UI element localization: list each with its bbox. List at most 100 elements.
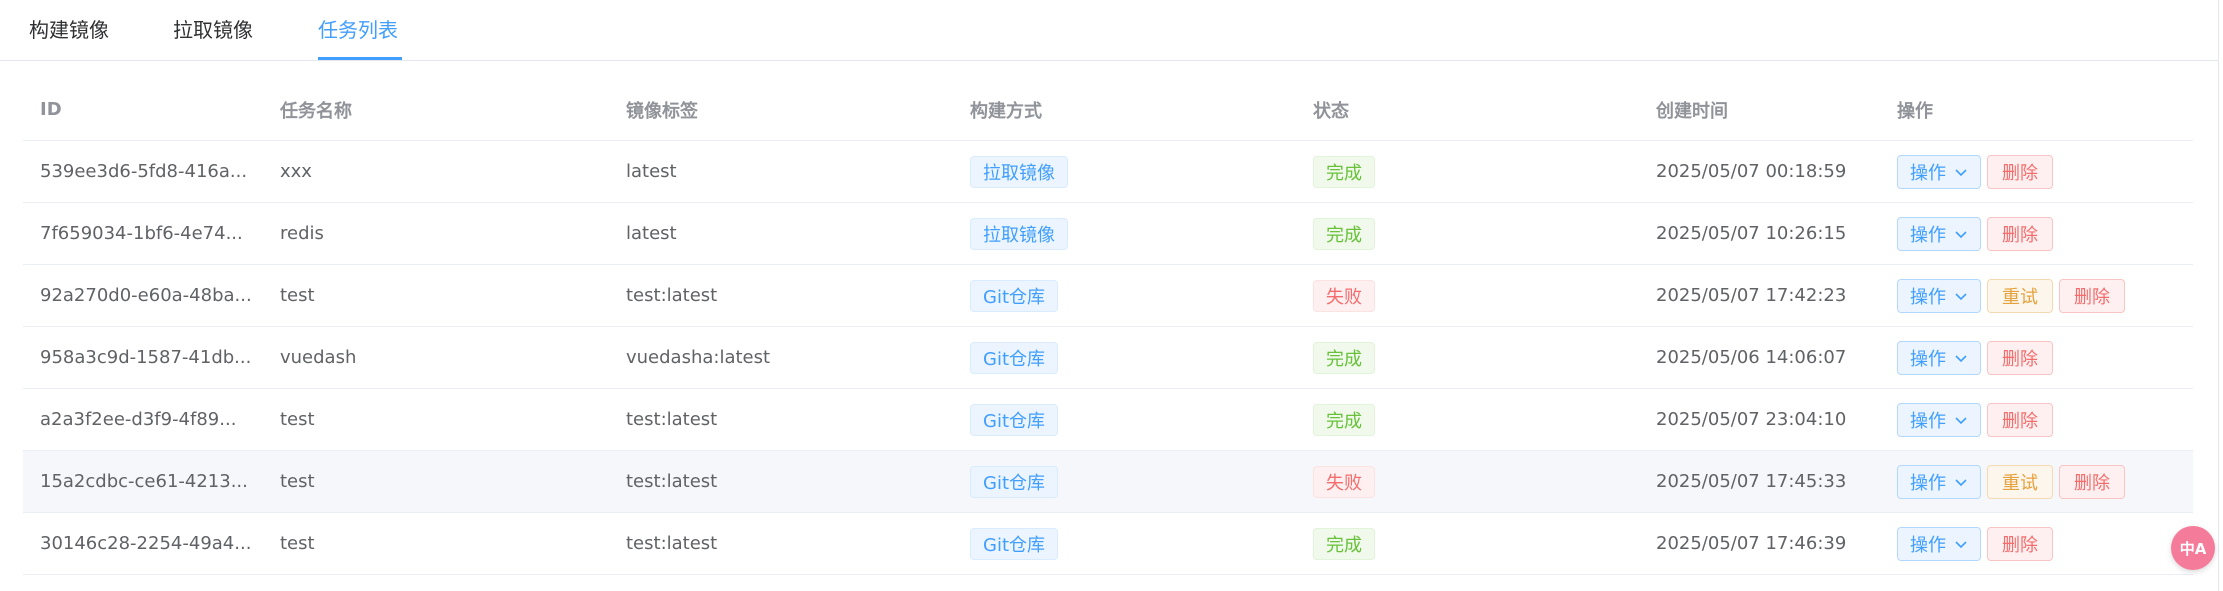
delete-button[interactable]: 删除 [1987, 154, 2053, 189]
build-method-tag: Git仓库 [970, 527, 1059, 560]
chevron-down-icon [1955, 416, 1967, 424]
cell-image-tag: test:latest [626, 533, 718, 554]
cell-actions: 操作 重试 删除 [1897, 451, 2131, 512]
operation-dropdown-button-label: 操作 [1910, 472, 1946, 494]
retry-button[interactable]: 重试 [1987, 278, 2053, 313]
cell-id: 7f659034-1bf6-4e74... [40, 223, 243, 244]
cell-actions: 操作 重试 删除 [1897, 265, 2131, 326]
table-row: 15a2cdbc-ce61-4213... test test:latest Git仓… [23, 451, 2193, 513]
cell-image-tag: latest [626, 223, 677, 244]
cell-image-tag: test:latest [626, 409, 718, 430]
cell-status: 完成 [1313, 141, 1375, 202]
cell-created-time: 2025/05/07 00:18:59 [1656, 161, 1847, 182]
build-method-tag: Git仓库 [970, 403, 1059, 436]
cell-created-time: 2025/05/06 14:06:07 [1656, 347, 1847, 368]
cell-build-method: 拉取镜像 [970, 203, 1068, 264]
cell-task-name: test [280, 533, 315, 554]
operation-dropdown-button-label: 操作 [1910, 286, 1946, 308]
status-badge: 完成 [1313, 341, 1375, 374]
delete-button-label: 删除 [2002, 410, 2038, 432]
cell-build-method: Git仓库 [970, 513, 1059, 574]
cell-task-name: test [280, 409, 315, 430]
tab-bar: 构建镜像 拉取镜像 任务列表 [0, 0, 2218, 61]
operation-dropdown-button-label: 操作 [1910, 224, 1946, 246]
cell-build-method: Git仓库 [970, 327, 1059, 388]
header-build-method: 构建方式 [970, 100, 1042, 122]
cell-status: 完成 [1313, 389, 1375, 450]
cell-task-name: test [280, 285, 315, 306]
cell-image-tag: test:latest [626, 471, 718, 492]
cell-image-tag: latest [626, 161, 677, 182]
cell-actions: 操作 删除 [1897, 203, 2059, 264]
cell-created-time: 2025/05/07 17:46:39 [1656, 533, 1847, 554]
cell-actions: 操作 删除 [1897, 141, 2059, 202]
operation-dropdown-button-label: 操作 [1910, 162, 1946, 184]
table-row: 7f659034-1bf6-4e74... redis latest 拉取镜像 完成 20… [23, 203, 2193, 265]
table-row: 30146c28-2254-49a4... test test:latest Git仓… [23, 513, 2193, 575]
tab-pull-image[interactable]: 拉取镜像 [173, 14, 253, 43]
status-badge: 完成 [1313, 527, 1375, 560]
cell-created-time: 2025/05/07 17:42:23 [1656, 285, 1847, 306]
table-row: a2a3f2ee-d3f9-4f89... test test:latest Git仓… [23, 389, 2193, 451]
cell-build-method: Git仓库 [970, 389, 1059, 450]
header-actions: 操作 [1897, 100, 1933, 122]
header-task-name: 任务名称 [280, 100, 352, 122]
scrollbar-track[interactable] [2218, 0, 2219, 591]
cell-image-tag: test:latest [626, 285, 718, 306]
operation-dropdown-button[interactable]: 操作 [1897, 278, 1981, 313]
table-row: 958a3c9d-1587-41db... vuedash vuedasha:lat… [23, 327, 2193, 389]
operation-dropdown-button[interactable]: 操作 [1897, 526, 1981, 561]
tab-task-list[interactable]: 任务列表 [318, 14, 398, 43]
delete-button-label: 删除 [2074, 286, 2110, 308]
operation-dropdown-button[interactable]: 操作 [1897, 402, 1981, 437]
delete-button[interactable]: 删除 [1987, 402, 2053, 437]
delete-button[interactable]: 删除 [1987, 216, 2053, 251]
cell-created-time: 2025/05/07 23:04:10 [1656, 409, 1847, 430]
operation-dropdown-button-label: 操作 [1910, 410, 1946, 432]
cell-actions: 操作 删除 [1897, 389, 2059, 450]
build-method-tag: Git仓库 [970, 465, 1059, 498]
retry-button-label: 重试 [2002, 286, 2038, 308]
operation-dropdown-button[interactable]: 操作 [1897, 340, 1981, 375]
operation-dropdown-button[interactable]: 操作 [1897, 216, 1981, 251]
chevron-down-icon [1955, 230, 1967, 238]
delete-button[interactable]: 删除 [2059, 464, 2125, 499]
build-method-tag: 拉取镜像 [970, 155, 1068, 188]
delete-button-label: 删除 [2074, 472, 2110, 494]
delete-button[interactable]: 删除 [1987, 340, 2053, 375]
chevron-down-icon [1955, 168, 1967, 176]
operation-dropdown-button[interactable]: 操作 [1897, 154, 1981, 189]
cell-task-name: xxx [280, 161, 312, 182]
build-method-tag: Git仓库 [970, 279, 1059, 312]
cell-status: 失败 [1313, 265, 1375, 326]
chevron-down-icon [1955, 540, 1967, 548]
cell-build-method: Git仓库 [970, 265, 1059, 326]
cell-id: 92a270d0-e60a-48ba... [40, 285, 252, 306]
status-badge: 失败 [1313, 465, 1375, 498]
task-table: ID 任务名称 镜像标签 构建方式 状态 创建时间 操作 539ee3d6-5f… [23, 79, 2193, 575]
cell-id: 539ee3d6-5fd8-416a... [40, 161, 248, 182]
header-id: ID [40, 99, 62, 120]
chevron-down-icon [1955, 292, 1967, 300]
delete-button-label: 删除 [2002, 534, 2038, 556]
delete-button[interactable]: 删除 [1987, 526, 2053, 561]
cell-status: 完成 [1313, 513, 1375, 574]
build-method-tag: Git仓库 [970, 341, 1059, 374]
tab-build-image[interactable]: 构建镜像 [29, 14, 109, 43]
translate-icon[interactable]: 中A [2171, 526, 2215, 570]
cell-image-tag: vuedasha:latest [626, 347, 771, 368]
cell-status: 失败 [1313, 451, 1375, 512]
cell-status: 完成 [1313, 327, 1375, 388]
cell-id: 15a2cdbc-ce61-4213... [40, 471, 248, 492]
operation-dropdown-button[interactable]: 操作 [1897, 464, 1981, 499]
header-status: 状态 [1313, 100, 1349, 122]
retry-button[interactable]: 重试 [1987, 464, 2053, 499]
cell-build-method: 拉取镜像 [970, 141, 1068, 202]
table-header-row: ID 任务名称 镜像标签 构建方式 状态 创建时间 操作 [23, 79, 2193, 141]
cell-task-name: redis [280, 223, 324, 244]
build-method-tag: 拉取镜像 [970, 217, 1068, 250]
active-tab-indicator [318, 57, 402, 60]
chevron-down-icon [1955, 478, 1967, 486]
cell-status: 完成 [1313, 203, 1375, 264]
delete-button[interactable]: 删除 [2059, 278, 2125, 313]
